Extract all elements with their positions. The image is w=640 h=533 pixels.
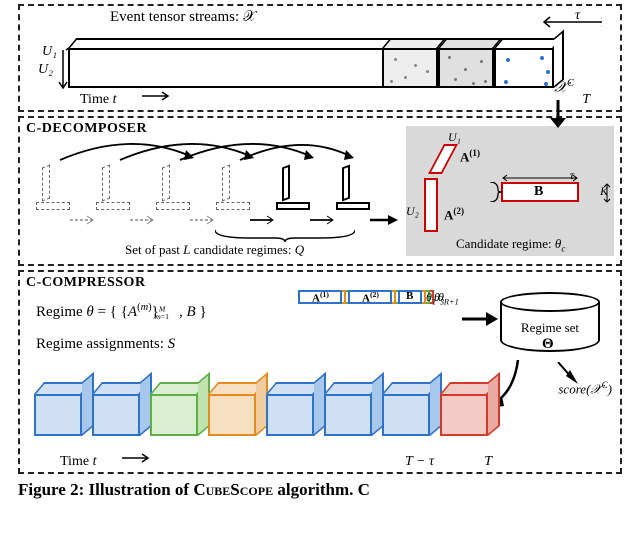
c-compressor-title: C-COMPRESSOR <box>26 275 146 291</box>
t-minus-tau-label: T − τ <box>405 454 434 470</box>
tau-span-arrow <box>501 174 579 182</box>
dots <box>384 50 436 86</box>
down-arrow-icon <box>546 100 570 128</box>
figure-caption: Figure 2: Illustration of CubeScope algo… <box>18 480 622 500</box>
regime-cube-current <box>440 382 504 442</box>
tensor-segment-2 <box>438 48 494 88</box>
q-label: Set of past L candidate regimes: Q <box>125 242 304 258</box>
panel-event-tensor-streams: Event tensor streams: 𝒳 τ U₁ U₂ <box>18 4 622 112</box>
a1-stack-label: A(1) <box>312 290 329 305</box>
regime-cube <box>324 382 388 442</box>
T-label: T <box>582 92 590 108</box>
xc-label: 𝒳C <box>554 78 574 97</box>
factor-a1 <box>428 144 458 174</box>
caption-name: CubeScope <box>193 480 273 499</box>
regime-equation: Regime θ = { {A(m)}Mm=1, B } <box>36 302 207 321</box>
u2-axis-label: U₂ <box>38 62 53 78</box>
tensor-segment-2-top <box>438 38 502 48</box>
u1-axis-label: U₁ <box>42 44 57 60</box>
regime-cube <box>34 382 98 442</box>
factor-a2 <box>424 178 438 232</box>
candidate-regime-label: Candidate regime: θc <box>456 236 565 254</box>
T-label: T <box>484 454 492 470</box>
theta-1-label: θ1 <box>426 290 436 306</box>
tau-span-arrow <box>542 16 602 28</box>
panel-c-decomposer: C-DECOMPOSER <box>18 116 622 266</box>
cube-row <box>34 382 500 452</box>
cylinder-top <box>500 292 600 312</box>
regime-assignments-label: Regime assignments: S <box>36 336 175 353</box>
theta-set-symbol: Θ <box>542 336 554 353</box>
a1-label: A(1) <box>460 148 480 165</box>
brace-small-icon <box>488 182 502 202</box>
regime-cube <box>150 382 214 442</box>
caption-prefix: Figure 2: Illustration of <box>18 480 193 499</box>
event-tensor-label: Event tensor streams: 𝒳 <box>110 8 256 26</box>
regime-cube <box>208 382 272 442</box>
time-axis-label: Time t <box>60 454 96 470</box>
time-axis-label: Time t <box>80 92 116 108</box>
tensor-segment-current-top <box>494 38 562 48</box>
dots <box>440 50 492 86</box>
score-label: score(𝒳C) <box>558 380 612 397</box>
figure-container: Event tensor streams: 𝒳 τ U₁ U₂ <box>0 4 640 500</box>
candidate-regime-box: U₁ U₂ τ K A(1) A(2) B Candidate <box>406 126 614 256</box>
tensor-segment-1-top <box>382 38 446 48</box>
u2-arrow-icon <box>58 48 68 92</box>
k-span-arrow <box>602 182 612 204</box>
regime-cube <box>92 382 156 442</box>
u2-label: U₂ <box>406 204 419 219</box>
regime-set-cylinder: Regime set Θ <box>500 292 600 360</box>
u1-label: U₁ <box>448 130 461 145</box>
time-arrow-icon <box>142 91 172 101</box>
tensor-bar: U₁ U₂ <box>42 34 608 96</box>
a2-label: A(2) <box>444 206 464 223</box>
caption-suffix: algorithm. C <box>277 480 370 499</box>
decomposer-sequence: Set of past L candidate regimes: Q <box>30 136 395 258</box>
regime-cube <box>266 382 330 442</box>
b-label: B <box>534 184 543 200</box>
b-stack-label: B <box>406 290 413 302</box>
tensor-segment-1 <box>382 48 438 88</box>
a2-stack-label: A(2) <box>362 290 379 305</box>
panel-c-compressor: C-COMPRESSOR Regime θ = { {A(m)}Mm=1, B … <box>18 270 622 474</box>
time-arrow-icon <box>122 453 152 463</box>
regime-set-label: Regime set <box>508 320 592 336</box>
brace-icon <box>215 228 355 242</box>
right-arrow-icon <box>462 310 498 328</box>
regime-cube <box>382 382 446 442</box>
tensor-segment-current <box>494 48 554 88</box>
dots <box>496 50 552 86</box>
factor-stack: A(1) A(2) B θR+1 θ3 θ1 <box>298 290 448 370</box>
c-decomposer-title: C-DECOMPOSER <box>26 121 147 137</box>
arc-arrows <box>40 136 360 164</box>
